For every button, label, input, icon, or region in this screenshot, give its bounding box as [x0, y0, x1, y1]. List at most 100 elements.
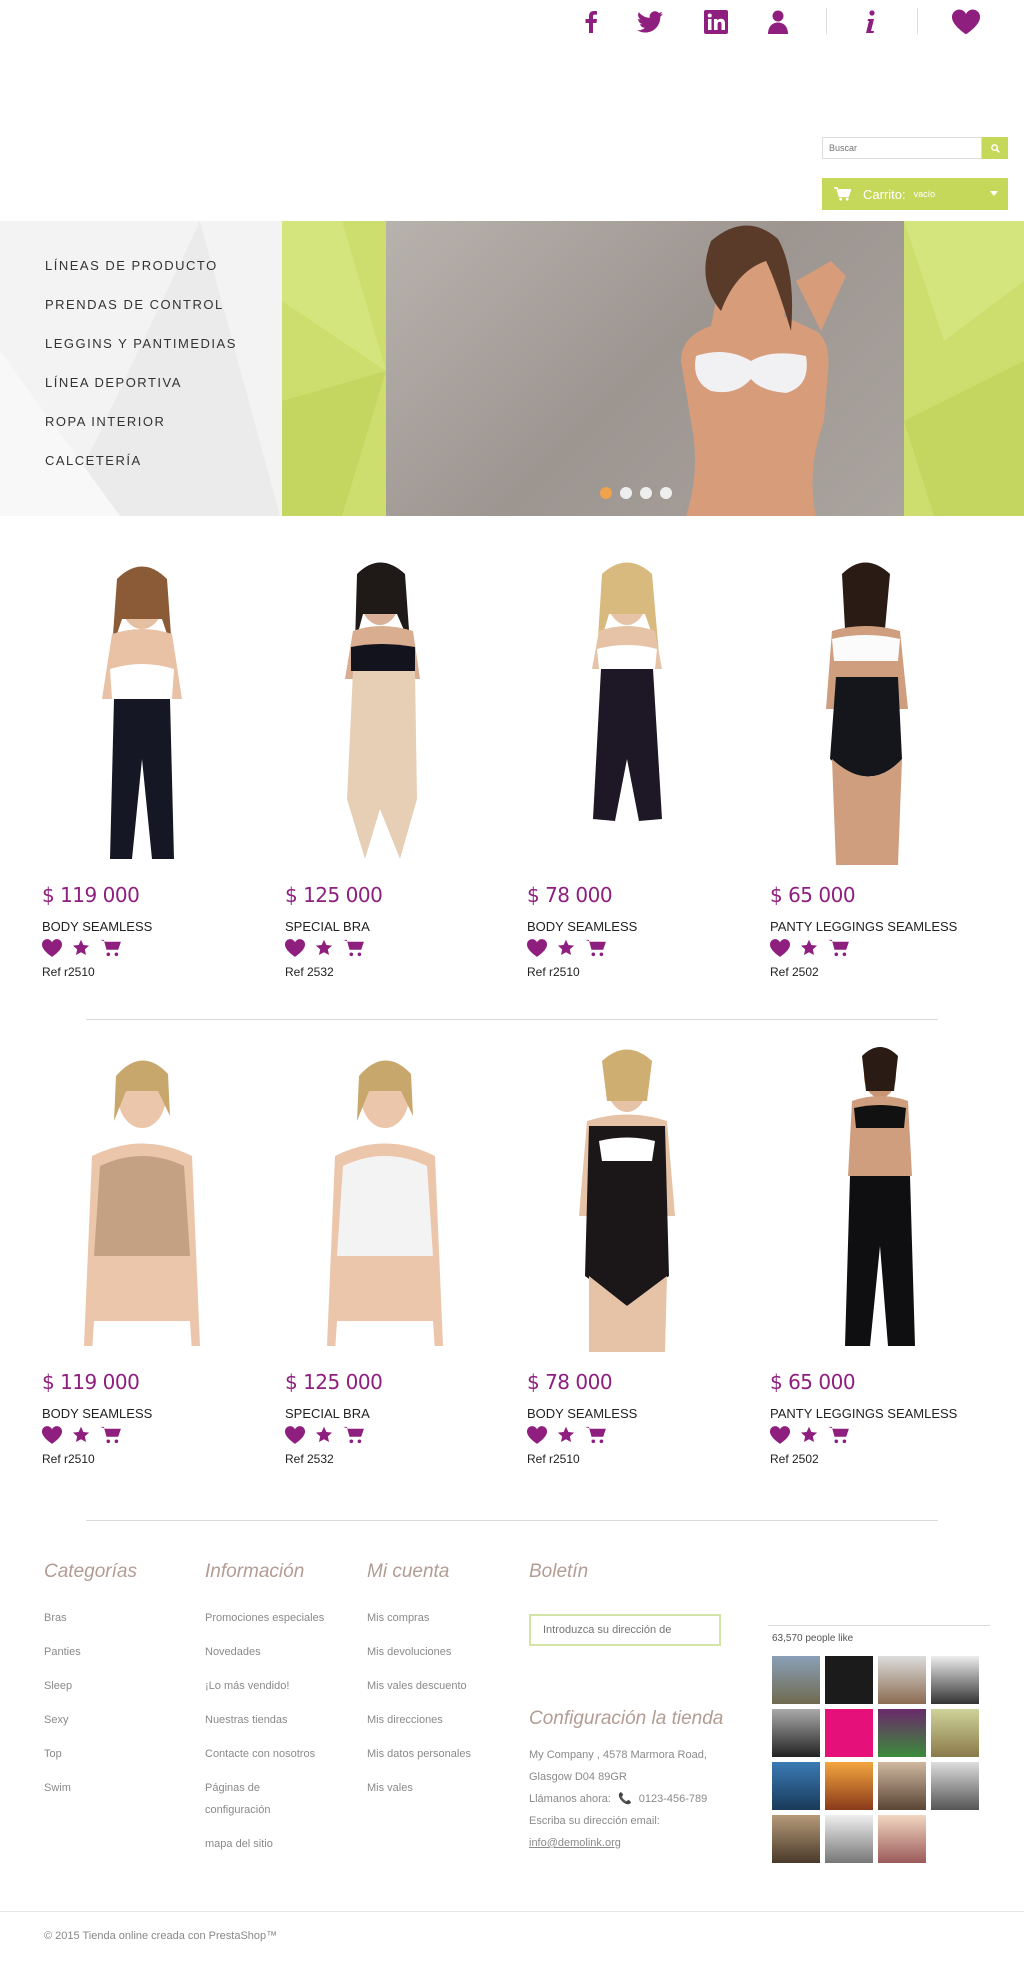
- product-name[interactable]: PANTY LEGGINGS SEAMLESS: [770, 1406, 957, 1421]
- star-icon[interactable]: [315, 1426, 333, 1444]
- star-icon[interactable]: [800, 939, 818, 957]
- slider-dot[interactable]: [640, 487, 652, 499]
- add-to-cart-icon[interactable]: [100, 1426, 122, 1444]
- store-email-link[interactable]: info@demolink.org: [529, 1832, 729, 1854]
- facebook-icon[interactable]: [577, 8, 605, 36]
- wishlist-heart-icon[interactable]: [285, 1426, 305, 1444]
- footer-link[interactable]: ¡Lo más vendido!: [205, 1675, 345, 1697]
- fan-avatar[interactable]: [931, 1709, 979, 1757]
- footer-link[interactable]: Top: [44, 1743, 137, 1765]
- product-name[interactable]: BODY SEAMLESS: [527, 919, 637, 934]
- product-name[interactable]: BODY SEAMLESS: [527, 1406, 637, 1421]
- fan-avatar[interactable]: [825, 1762, 873, 1810]
- cart-button[interactable]: Carrito: vacío: [822, 178, 1008, 210]
- menu-item-prendas[interactable]: PRENDAS DE CONTROL: [45, 296, 237, 335]
- phone-label: Llámanos ahora:: [529, 1793, 611, 1805]
- footer-link[interactable]: Contacte con nosotros: [205, 1743, 345, 1765]
- store-phone: Llámanos ahora: 📞 0123-456-789: [529, 1788, 729, 1810]
- footer-link[interactable]: mapa del sitio: [205, 1833, 345, 1855]
- star-icon[interactable]: [72, 939, 90, 957]
- menu-item-leggins[interactable]: LEGGINS Y PANTIMEDIAS: [45, 335, 237, 374]
- fan-avatar[interactable]: [931, 1762, 979, 1810]
- footer-link[interactable]: Sleep: [44, 1675, 137, 1697]
- star-icon[interactable]: [800, 1426, 818, 1444]
- fan-avatar[interactable]: [772, 1709, 820, 1757]
- slider-dot[interactable]: [660, 487, 672, 499]
- product-name[interactable]: PANTY LEGGINGS SEAMLESS: [770, 919, 957, 934]
- hero-decor-left: [282, 221, 386, 516]
- star-icon[interactable]: [557, 939, 575, 957]
- wishlist-heart-icon[interactable]: [527, 1426, 547, 1444]
- email-label: Escriba su dirección email:: [529, 1815, 660, 1827]
- footer-link[interactable]: Swim: [44, 1777, 137, 1799]
- footer-link[interactable]: Nuestras tiendas: [205, 1709, 345, 1731]
- footer-link[interactable]: Novedades: [205, 1641, 345, 1663]
- wishlist-heart-icon[interactable]: [770, 1426, 790, 1444]
- twitter-icon[interactable]: [636, 8, 664, 36]
- footer-link[interactable]: Mis devoluciones: [367, 1641, 471, 1663]
- menu-item-calceteria[interactable]: CALCETERÍA: [45, 452, 237, 491]
- star-icon[interactable]: [72, 1426, 90, 1444]
- footer-link[interactable]: Mis compras: [367, 1607, 471, 1629]
- add-to-cart-icon[interactable]: [585, 1426, 607, 1444]
- facebook-faces: [772, 1656, 979, 1863]
- product-price: $ 65 000: [770, 1370, 856, 1394]
- heart-icon[interactable]: [952, 8, 980, 36]
- fan-avatar[interactable]: [878, 1815, 926, 1863]
- add-to-cart-icon[interactable]: [828, 1426, 850, 1444]
- fan-avatar[interactable]: [878, 1709, 926, 1757]
- wishlist-heart-icon[interactable]: [527, 939, 547, 957]
- footer-link[interactable]: Páginas de configuración: [205, 1777, 297, 1821]
- wishlist-heart-icon[interactable]: [770, 939, 790, 957]
- fan-avatar[interactable]: [825, 1815, 873, 1863]
- add-to-cart-icon[interactable]: [343, 1426, 365, 1444]
- cart-label: Carrito:: [863, 186, 906, 202]
- wishlist-heart-icon[interactable]: [285, 939, 305, 957]
- info-icon[interactable]: [856, 8, 884, 36]
- slider-dot[interactable]: [620, 487, 632, 499]
- footer-link[interactable]: Promociones especiales: [205, 1607, 345, 1629]
- product-ref: Ref 2532: [285, 1452, 334, 1466]
- footer-link[interactable]: Mis vales: [367, 1777, 471, 1799]
- add-to-cart-icon[interactable]: [585, 939, 607, 957]
- search-input[interactable]: [822, 137, 982, 159]
- star-icon[interactable]: [315, 939, 333, 957]
- fan-avatar[interactable]: [772, 1815, 820, 1863]
- fan-avatar[interactable]: [825, 1656, 873, 1704]
- fan-avatar[interactable]: [931, 1656, 979, 1704]
- footer-categorias: Categorías Bras Panties Sleep Sexy Top S…: [44, 1561, 137, 1811]
- product-name[interactable]: BODY SEAMLESS: [42, 1406, 152, 1421]
- add-to-cart-icon[interactable]: [828, 939, 850, 957]
- menu-item-lineas[interactable]: LÍNEAS DE PRODUCTO: [45, 257, 237, 296]
- footer-link[interactable]: Panties: [44, 1641, 137, 1663]
- fan-avatar[interactable]: [772, 1656, 820, 1704]
- star-icon[interactable]: [557, 1426, 575, 1444]
- product-name[interactable]: SPECIAL BRA: [285, 919, 370, 934]
- fan-avatar[interactable]: [825, 1709, 873, 1757]
- user-icon[interactable]: [764, 8, 792, 36]
- store-address-line: My Company , 4578 Marmora Road,: [529, 1749, 707, 1761]
- fan-avatar[interactable]: [878, 1656, 926, 1704]
- menu-item-ropa-interior[interactable]: ROPA INTERIOR: [45, 413, 237, 452]
- hero-slide[interactable]: [386, 221, 904, 516]
- footer-link[interactable]: Mis vales descuento: [367, 1675, 471, 1697]
- search-button[interactable]: [982, 137, 1008, 159]
- footer-link[interactable]: Sexy: [44, 1709, 137, 1731]
- product-name[interactable]: BODY SEAMLESS: [42, 919, 152, 934]
- add-to-cart-icon[interactable]: [100, 939, 122, 957]
- linkedin-icon[interactable]: [702, 8, 730, 36]
- fan-avatar[interactable]: [772, 1762, 820, 1810]
- slider-dot[interactable]: [600, 487, 612, 499]
- menu-item-deportiva[interactable]: LÍNEA DEPORTIVA: [45, 374, 237, 413]
- wishlist-heart-icon[interactable]: [42, 1426, 62, 1444]
- product-name[interactable]: SPECIAL BRA: [285, 1406, 370, 1421]
- footer-link[interactable]: Mis datos personales: [367, 1743, 471, 1765]
- footer-link[interactable]: Mis direcciones: [367, 1709, 471, 1731]
- add-to-cart-icon[interactable]: [343, 939, 365, 957]
- product-price: $ 78 000: [527, 1370, 613, 1394]
- newsletter-email-input[interactable]: [529, 1614, 721, 1646]
- facebook-like-box: 63,570 people like: [768, 1625, 990, 1863]
- wishlist-heart-icon[interactable]: [42, 939, 62, 957]
- footer-link[interactable]: Bras: [44, 1607, 137, 1629]
- fan-avatar[interactable]: [878, 1762, 926, 1810]
